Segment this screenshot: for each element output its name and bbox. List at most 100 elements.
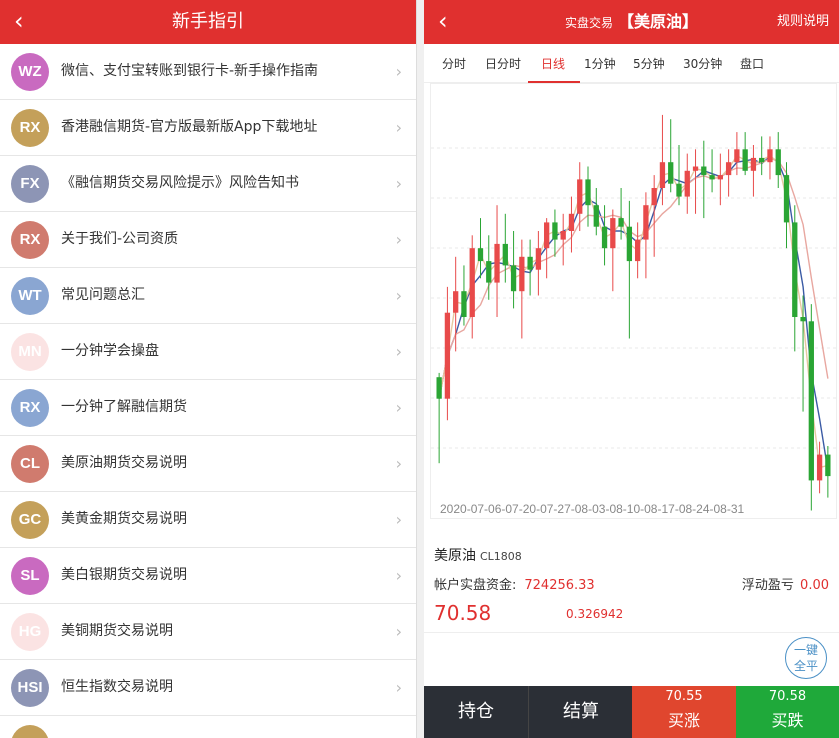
avatar: RX (11, 389, 49, 427)
instrument-title: 美原油 (434, 548, 476, 564)
float-label: 浮动盈亏 (741, 578, 794, 593)
hold-button[interactable]: 持仓 (424, 686, 528, 738)
chevron-right-icon: › (395, 62, 402, 81)
candle-body (775, 149, 781, 176)
guide-list-item[interactable]: GC 美黄金期货交易说明 › (0, 492, 416, 548)
settle-button[interactable]: 结算 (528, 686, 633, 738)
avatar: WZ (11, 53, 49, 91)
guide-list-item[interactable]: SL 美白银期货交易说明 › (0, 548, 416, 604)
chevron-right-icon: › (395, 230, 402, 249)
candle-body (759, 157, 765, 163)
candle-body (651, 188, 657, 206)
avatar: MN (11, 333, 49, 371)
guide-item-label: 《融信期货交易风险提示》风险告知书 (61, 175, 299, 191)
funds-label: 帐户实盘资金: (434, 578, 517, 593)
avatar: HSI (11, 669, 49, 707)
trade-bar: 持仓 结算 70.55 买涨 70.58 买跌 (424, 686, 839, 738)
kline-svg: 2020-07-06-07-20-07-27-08-03-08-10-08-17… (431, 114, 836, 516)
candle-body (502, 243, 508, 266)
tab-6[interactable]: 盘口 (740, 44, 764, 84)
candle-body (577, 179, 583, 214)
avatar: RX (11, 109, 49, 147)
candle-body (701, 166, 707, 176)
guide-item-label: 微信、支付宝转账到银行卡-新手操作指南 (61, 63, 319, 79)
candle-body (634, 239, 641, 262)
candle-body (800, 317, 806, 322)
buy-down-label: 买跌 (771, 711, 804, 730)
candle-body (552, 222, 558, 240)
tab-2[interactable]: 日线 (541, 44, 565, 84)
guide-list-item[interactable]: RX 一分钟了解融信期货 › (0, 380, 416, 436)
candle-body (709, 175, 715, 180)
candle-body (494, 243, 500, 283)
guide-item-label: 一分钟学会操盘 (61, 343, 159, 359)
avatar: HG (11, 613, 49, 651)
candle-body (750, 157, 757, 171)
trade-panel: ‹ 实盘交易 【美原油】 规则说明 分时 日分时 日线 1分钟 5分钟 30分钟 盘口 20… (424, 0, 839, 738)
buy-down-price: 70.58 (768, 689, 807, 704)
candle-body (453, 291, 459, 313)
divider (424, 632, 839, 633)
candle-body (742, 149, 748, 171)
candle-body (792, 222, 798, 317)
buy-up-button[interactable]: 70.55 买涨 (632, 686, 736, 738)
guide-list-item[interactable]: CL 美原油期货交易说明 › (0, 436, 416, 492)
funds-value: 724256.33 (524, 578, 595, 593)
candle-body (610, 218, 616, 249)
candle-body (734, 149, 740, 163)
chevron-right-icon: › (395, 510, 402, 529)
guide-list-item[interactable]: MN 一分钟学会操盘 › (0, 324, 416, 380)
guide-list-item[interactable]: FX 《融信期货交易风险提示》风险告知书 › (0, 156, 416, 212)
candle-body (469, 248, 475, 317)
candle-body (593, 205, 599, 227)
guide-panel: ‹ 新手指引 WZ 微信、支付宝转账到银行卡-新手操作指南 › RX 香港融信期货-官方… (0, 0, 417, 738)
candle-body (643, 205, 649, 240)
trade-prefix: 实盘交易 (564, 16, 613, 30)
product-name: 【美原油】 (618, 12, 699, 31)
guide-list-item[interactable]: HG 美铜期货交易说明 › (0, 604, 416, 660)
candle-body (684, 170, 690, 197)
avatar (11, 725, 49, 738)
tab-4[interactable]: 5分钟 (633, 44, 665, 84)
guide-list-item[interactable]: WZ 微信、支付宝转账到银行卡-新手操作指南 › (0, 44, 416, 100)
tab-5[interactable]: 30分钟 (683, 44, 722, 84)
candle-body (659, 162, 666, 188)
chevron-right-icon: › (395, 678, 402, 697)
chevron-right-icon: › (395, 118, 402, 137)
rules-link[interactable]: 规则说明 (777, 0, 829, 44)
instrument-name: 美原油 CL1808 (434, 545, 522, 565)
avatar: WT (11, 277, 49, 315)
candle-body (668, 162, 674, 184)
kline-chart: 2020-07-06-07-20-07-27-08-03-08-10-08-17… (430, 83, 837, 519)
page-title: 新手指引 (172, 11, 244, 32)
guide-item-label: 美原油期货交易说明 (61, 455, 187, 471)
candle-body (717, 175, 723, 180)
guide-item-label: 美铜期货交易说明 (61, 623, 173, 639)
back-icon[interactable]: ‹ (14, 7, 24, 35)
guide-item-label: 常见问题总汇 (61, 287, 145, 303)
last-price: 70.58 (434, 601, 492, 625)
floating-pnl: 浮动盈亏 0.00 (742, 574, 829, 593)
candle-body (767, 149, 773, 163)
guide-list-item[interactable] (0, 716, 416, 738)
candle-body (560, 231, 566, 240)
guide-list-item[interactable]: HSI 恒生指数交易说明 › (0, 660, 416, 716)
candle-body (816, 454, 823, 481)
avatar: RX (11, 221, 49, 259)
candle-body (486, 261, 492, 283)
account-funds: 帐户实盘资金: 724256.33 (434, 574, 595, 593)
guide-item-label: 香港融信期货-官方版最新版App下载地址 (61, 119, 318, 135)
guide-header: ‹ 新手指引 (0, 0, 416, 44)
avatar: SL (11, 557, 49, 595)
close-all-button[interactable]: 一键 全平 (785, 637, 827, 679)
chevron-right-icon: › (395, 174, 402, 193)
guide-list-item[interactable]: RX 关于我们-公司资质 › (0, 212, 416, 268)
buy-down-button[interactable]: 70.58 买跌 (736, 686, 839, 738)
tab-1[interactable]: 日分时 (485, 44, 521, 84)
guide-list-item[interactable]: RX 香港融信期货-官方版最新版App下载地址 › (0, 100, 416, 156)
candle-body (585, 179, 591, 206)
chevron-right-icon: › (395, 342, 402, 361)
guide-list-item[interactable]: WT 常见问题总汇 › (0, 268, 416, 324)
tab-0[interactable]: 分时 (442, 44, 466, 84)
tab-3[interactable]: 1分钟 (584, 44, 616, 84)
